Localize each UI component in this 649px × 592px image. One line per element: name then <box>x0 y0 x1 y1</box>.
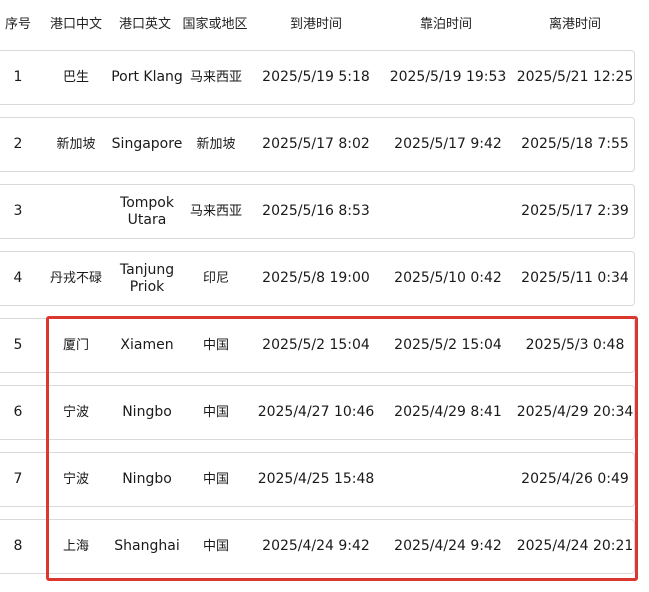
departure-time: 2025/5/17 2:39 <box>521 203 629 219</box>
port-en: Tompok Utara <box>120 194 174 228</box>
row-number: 7 <box>13 471 23 487</box>
country: 马来西亚 <box>189 70 242 85</box>
port-en: Shanghai <box>114 538 180 554</box>
arrival-time: 2025/5/19 5:18 <box>262 69 370 85</box>
berthing-time: 2025/4/29 8:41 <box>394 404 502 420</box>
departure-time: 2025/5/21 12:25 <box>516 69 634 85</box>
port-cn: 宁波 <box>62 405 89 420</box>
arrival-time: 2025/4/27 10:46 <box>257 404 375 420</box>
row-number: 4 <box>13 270 23 286</box>
port-en: Xiamen <box>120 337 174 353</box>
port-en: Port Klang <box>111 69 183 85</box>
departure-time: 2025/5/3 0:48 <box>525 337 625 353</box>
port-en: Singapore <box>111 136 183 152</box>
row-number: 1 <box>13 69 23 85</box>
departure-time: 2025/5/11 0:34 <box>521 270 629 286</box>
country: 中国 <box>202 338 229 353</box>
row-number: 6 <box>13 404 23 420</box>
port-cn <box>44 184 108 239</box>
row-number: 2 <box>13 136 23 152</box>
berthing-time: 2025/5/2 15:04 <box>394 337 502 353</box>
arrival-time: 2025/4/24 9:42 <box>262 538 370 554</box>
departure-time: 2025/4/26 0:49 <box>521 471 629 487</box>
arrival-time: 2025/5/2 15:04 <box>262 337 370 353</box>
country: 中国 <box>202 539 229 554</box>
berthing-time: 2025/4/24 9:42 <box>394 538 502 554</box>
header-port-en: 港口英文 <box>118 16 171 32</box>
port-cn: 宁波 <box>62 472 89 487</box>
header-no: 序号 <box>4 16 31 32</box>
port-cn: 丹戎不碌 <box>49 271 102 286</box>
row-number: 5 <box>13 337 23 353</box>
country: 印尼 <box>202 271 229 286</box>
departure-time: 2025/4/24 20:21 <box>516 538 634 554</box>
berthing-time <box>384 184 512 239</box>
country: 马来西亚 <box>189 204 242 219</box>
country: 新加坡 <box>196 137 236 152</box>
departure-time: 2025/4/29 20:34 <box>516 404 634 420</box>
header-berthing: 靠泊时间 <box>419 16 472 32</box>
berthing-time: 2025/5/10 0:42 <box>394 270 502 286</box>
country: 中国 <box>202 472 229 487</box>
port-cn: 巴生 <box>62 70 89 85</box>
port-cn: 新加坡 <box>56 137 96 152</box>
arrival-time: 2025/4/25 15:48 <box>257 471 375 487</box>
arrival-time: 2025/5/8 19:00 <box>262 270 370 286</box>
arrival-time: 2025/5/17 8:02 <box>262 136 370 152</box>
header-arrival: 到港时间 <box>289 16 342 32</box>
header-port-cn: 港口中文 <box>49 16 102 32</box>
row-number: 3 <box>13 203 23 219</box>
berthing-time: 2025/5/19 19:53 <box>389 69 507 85</box>
header-country: 国家或地区 <box>182 16 248 32</box>
port-cn: 厦门 <box>62 338 89 353</box>
row-number: 8 <box>13 538 23 554</box>
port-cn: 上海 <box>62 539 89 554</box>
country: 中国 <box>202 405 229 420</box>
port-en: Ningbo <box>122 471 172 487</box>
arrival-time: 2025/5/16 8:53 <box>262 203 370 219</box>
berthing-time: 2025/5/17 9:42 <box>394 136 502 152</box>
header-departure: 离港时间 <box>548 16 601 32</box>
port-en: Ningbo <box>122 404 172 420</box>
berthing-time <box>384 452 512 507</box>
port-en: Tanjung Priok <box>119 261 175 295</box>
departure-time: 2025/5/18 7:55 <box>521 136 629 152</box>
